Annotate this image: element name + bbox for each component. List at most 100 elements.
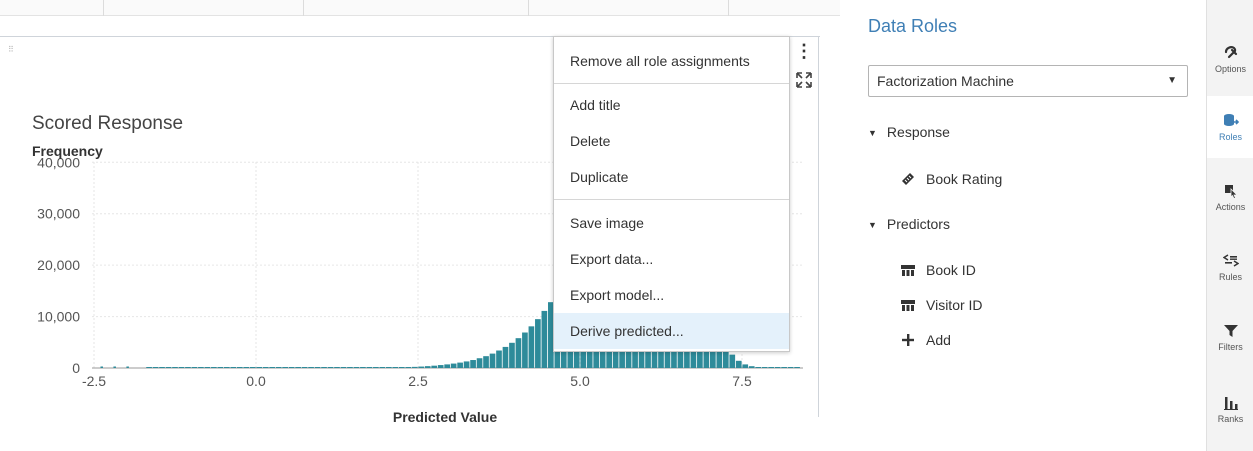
histogram-bar <box>768 367 774 368</box>
y-tick-label: 0 <box>72 360 80 376</box>
histogram-bar <box>224 367 230 368</box>
histogram-bar <box>411 366 418 368</box>
chart-title: Scored Response <box>32 113 184 134</box>
ranks-icon <box>1223 396 1238 410</box>
pane-title: Data Roles <box>868 16 958 36</box>
context-menu: Remove all role assignments Add title De… <box>553 36 790 352</box>
histogram-bar <box>379 367 386 368</box>
model-select[interactable]: Factorization Machine ▼ <box>868 65 1188 97</box>
histogram-bar <box>450 363 457 368</box>
menu-item-delete[interactable]: Delete <box>554 123 789 159</box>
histogram-bar <box>729 354 736 368</box>
histogram-bar <box>398 367 405 368</box>
histogram-bar <box>787 367 794 368</box>
options-icon <box>1224 45 1237 58</box>
outlier-bar <box>113 366 116 368</box>
histogram-bar <box>243 367 250 368</box>
histogram-bar <box>191 367 198 368</box>
dropdown-caret-icon: ▼ <box>1167 75 1177 86</box>
role-item-visitor-id[interactable]: Visitor ID <box>900 297 983 313</box>
histogram-bar <box>172 367 178 368</box>
histogram-bar <box>457 362 463 368</box>
histogram-bar <box>288 367 295 368</box>
rail-button-ranks[interactable]: Ranks <box>1207 378 1253 440</box>
histogram-bar <box>321 367 327 368</box>
outlier-bar <box>100 366 103 368</box>
table-divider <box>303 0 304 16</box>
table-header-strip <box>0 0 840 16</box>
menu-item-add-title[interactable]: Add title <box>554 87 789 123</box>
x-tick-label: 5.0 <box>570 373 590 389</box>
histogram-bar <box>755 367 762 368</box>
histogram-bar <box>217 367 224 368</box>
histogram-bar <box>236 367 243 368</box>
histogram-bar <box>774 367 781 368</box>
histogram-bar <box>463 361 470 368</box>
rail-button-rules[interactable]: Rules <box>1207 236 1253 298</box>
app-stage: ⠿ 0 10,000 20,000 30,000 40,000 -2.5 0.0 2.5 5.0… <box>0 0 1253 451</box>
histogram-bar <box>373 367 379 368</box>
histogram-bar <box>146 367 152 368</box>
plus-icon <box>900 332 916 348</box>
category-icon <box>900 262 916 278</box>
histogram-bar <box>748 366 755 368</box>
histogram-bar <box>327 367 334 368</box>
menu-item-export-model[interactable]: Export model... <box>554 277 789 313</box>
histogram-bar <box>211 367 217 368</box>
rail-button-roles[interactable]: Roles <box>1207 96 1253 158</box>
rail-label: Roles <box>1218 131 1242 142</box>
table-divider <box>728 0 729 16</box>
menu-item-save-image[interactable]: Save image <box>554 205 789 241</box>
role-item-book-rating[interactable]: Book Rating <box>900 171 1002 187</box>
rail-button-actions[interactable]: Actions <box>1207 166 1253 228</box>
predictors-section-label: Predictors <box>886 216 950 232</box>
histogram-bar <box>230 367 237 368</box>
collapse-triangle-icon: ▼ <box>868 220 877 230</box>
outlier-bar <box>126 366 129 368</box>
rail-label: Rules <box>1218 271 1242 282</box>
histogram-bar <box>198 367 204 368</box>
histogram-bar <box>347 367 353 368</box>
histogram-bar <box>405 367 412 368</box>
menu-item-duplicate[interactable]: Duplicate <box>554 159 789 195</box>
y-tick-label: 20,000 <box>37 257 80 273</box>
menu-item-derive-predicted[interactable]: Derive predicted... <box>554 313 789 349</box>
role-item-book-id[interactable]: Book ID <box>900 262 976 278</box>
histogram-bar <box>489 353 496 368</box>
response-section-toggle[interactable]: ▼ Response <box>868 124 950 140</box>
histogram-bar <box>340 367 347 368</box>
response-section-label: Response <box>886 124 950 140</box>
add-predictor-button[interactable]: Add <box>900 332 951 348</box>
histogram-bar <box>204 367 211 368</box>
histogram-bar <box>535 319 541 368</box>
predictors-section-toggle[interactable]: ▼ Predictors <box>868 216 950 232</box>
menu-separator <box>554 83 789 84</box>
histogram-bar <box>794 367 800 368</box>
histogram-bar <box>165 367 172 368</box>
histogram-bar <box>178 367 185 368</box>
right-icon-rail: Options Roles Actions Rules Filters Rank… <box>1206 0 1253 451</box>
rail-label: Filters <box>1218 341 1243 352</box>
x-axis-label: Predicted Value <box>392 409 498 425</box>
histogram-bar <box>269 367 276 368</box>
maximize-icon[interactable] <box>795 71 813 89</box>
table-divider <box>528 0 529 16</box>
more-options-icon[interactable]: ⋮ <box>795 40 813 62</box>
histogram-bar <box>476 358 483 368</box>
histogram-bar <box>314 367 321 368</box>
rules-icon <box>1222 253 1239 267</box>
rail-button-filters[interactable]: Filters <box>1207 306 1253 368</box>
menu-item-export-data[interactable]: Export data... <box>554 241 789 277</box>
actions-icon <box>1224 184 1238 199</box>
x-tick-label: 7.5 <box>732 373 752 389</box>
histogram-bar <box>275 367 282 368</box>
histogram-bar <box>522 332 528 368</box>
histogram-bar <box>502 346 509 368</box>
rail-label: Actions <box>1215 201 1246 212</box>
rail-button-options[interactable]: Options <box>1207 28 1253 90</box>
histogram-bar <box>295 367 301 368</box>
measure-ruler-icon <box>900 171 916 187</box>
histogram-bar <box>735 360 742 368</box>
model-select-value: Factorization Machine <box>877 73 1014 89</box>
menu-item-remove-role-assignments[interactable]: Remove all role assignments <box>554 43 789 79</box>
